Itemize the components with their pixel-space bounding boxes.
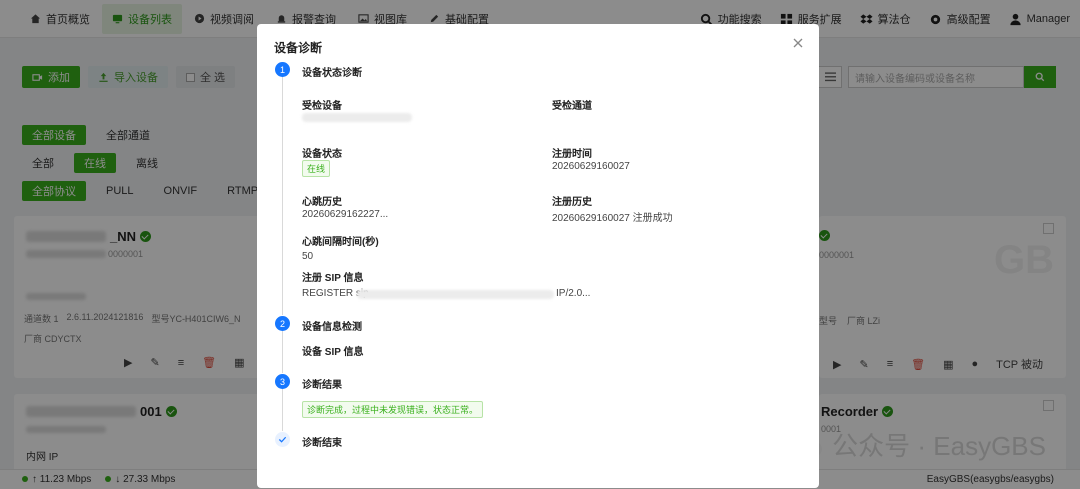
- dialog-title: 设备诊断: [274, 41, 323, 55]
- check-icon: [278, 436, 287, 443]
- reg-time-value: 20260629160027: [552, 161, 630, 172]
- interval-value: 50: [302, 251, 314, 262]
- masked-device-id: [302, 113, 412, 122]
- watermark: 公众号 · EasyGBS: [788, 426, 1046, 463]
- heartbeat-label: 心跳历史: [302, 197, 342, 208]
- reg-history-value: 20260629160027 注册成功: [552, 213, 673, 224]
- reg-history-label: 注册历史: [552, 197, 592, 208]
- result-tag: 诊断完成，过程中未发现错误，状态正常。: [302, 401, 484, 418]
- step-4-title: 诊断结束: [302, 438, 342, 449]
- device-label: 受检设备: [302, 101, 342, 112]
- close-icon[interactable]: [791, 36, 805, 50]
- sip-label: 注册 SIP 信息: [302, 273, 364, 284]
- device-diagnosis-dialog: 设备诊断 1 设备状态诊断 受检设备 受检通道 设备状态 在线 注册时间 202…: [257, 24, 819, 488]
- masked-sip: [357, 290, 554, 299]
- interval-label: 心跳间隔时间(秒): [302, 237, 379, 248]
- reg-time-label: 注册时间: [552, 149, 592, 160]
- step-1-number: 1: [275, 62, 290, 77]
- watermark-text: 公众号 · EasyGBS: [832, 431, 1046, 461]
- step-2-title: 设备信息检测: [302, 322, 362, 333]
- step-3-title: 诊断结果: [302, 380, 342, 391]
- step-connector: [282, 331, 283, 373]
- device-sip-label: 设备 SIP 信息: [302, 347, 364, 358]
- step-2-number: 2: [275, 316, 290, 331]
- status-online-tag: 在线: [302, 160, 331, 177]
- step-done-marker: [275, 432, 290, 447]
- step-connector: [282, 389, 283, 431]
- step-connector: [282, 77, 283, 315]
- status-label: 设备状态: [302, 149, 342, 160]
- step-3-number: 3: [275, 374, 290, 389]
- step-1-title: 设备状态诊断: [302, 68, 362, 79]
- sip-value-suffix: IP/2.0...: [556, 288, 591, 299]
- channel-label: 受检通道: [552, 101, 592, 112]
- heartbeat-value: 20260629162227...: [302, 209, 389, 220]
